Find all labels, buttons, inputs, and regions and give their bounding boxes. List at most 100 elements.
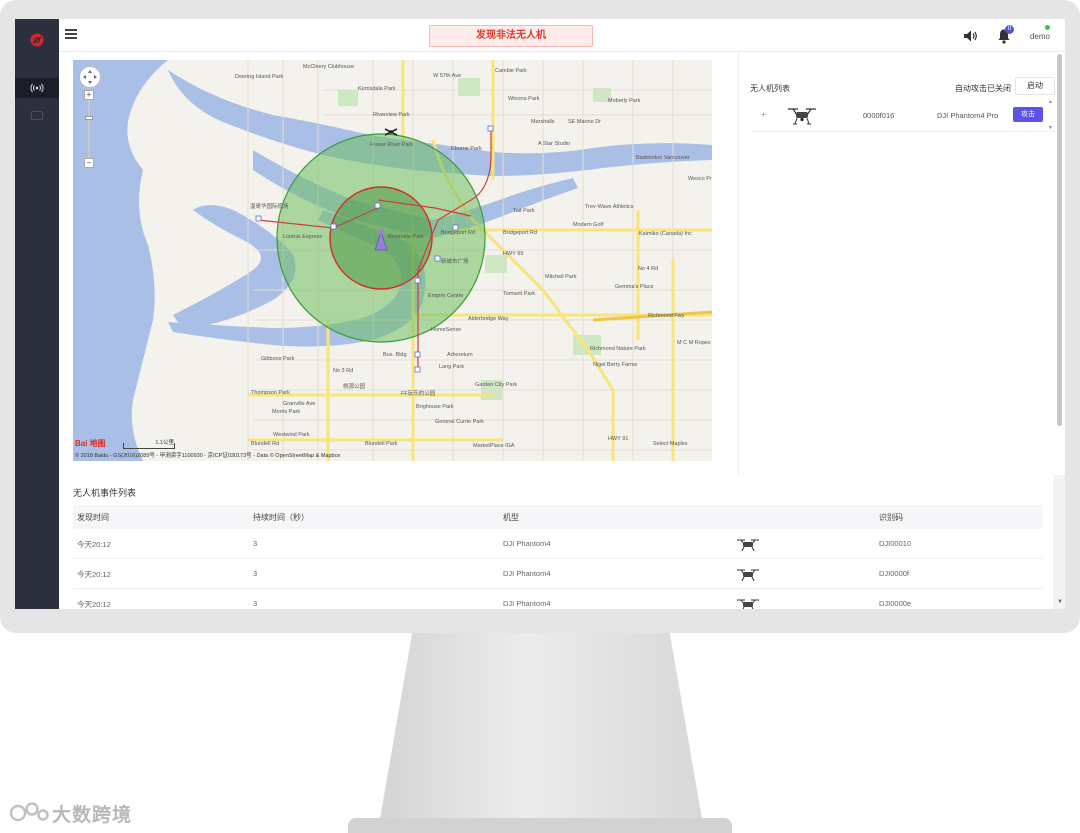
event-model: DJI Phantom4: [503, 539, 551, 548]
map-label: Alderbridge Way: [468, 316, 509, 322]
map-label: Bus. Bldg: [383, 352, 407, 358]
pan-arrows-icon: [83, 70, 97, 84]
map-label: Tait Park: [513, 208, 535, 214]
drone-model: DJI Phantom4 Pro: [937, 111, 999, 120]
event-time: 今天20:12: [77, 570, 111, 579]
event-code: DJI0000e: [879, 599, 912, 608]
map-pan-control[interactable]: [79, 66, 101, 88]
map-label: Brighouse Park: [416, 404, 454, 410]
page-scrollbar-thumb[interactable]: [1057, 54, 1062, 426]
map-label: Deering Island Park: [235, 74, 284, 80]
map-label: Bridgeport Rd: [503, 230, 537, 236]
map-label: HWY 91: [608, 436, 628, 442]
map-label: SE Marine Dr: [568, 119, 601, 125]
map-scale-label: 1.1公里: [155, 440, 174, 446]
scroll-down-icon[interactable]: ▼: [1048, 125, 1053, 131]
map-label: No 4 Rd: [638, 266, 658, 272]
map-scale: 1.1公里: [123, 440, 175, 449]
column-header-duration: 持续时间（秒）: [253, 513, 309, 522]
menu-icon[interactable]: [65, 29, 77, 39]
column-header-model: 机型: [503, 513, 519, 522]
page-scrollbar[interactable]: [1056, 52, 1063, 607]
table-scroll-down-icon[interactable]: ▼: [1057, 599, 1063, 605]
map-label: Morris Park: [272, 409, 300, 415]
scroll-up-icon[interactable]: ▲: [1048, 99, 1053, 105]
table-row[interactable]: 今天20:12 3 DJI Phantom4 DJI0000f: [73, 559, 1043, 589]
map-label: Gemma's Place: [615, 284, 654, 290]
map-label: Granville Ave: [283, 401, 315, 407]
sidebar-item-monitor-icon[interactable]: [31, 111, 43, 120]
map-label: Gibbons Park: [261, 356, 295, 362]
map-label: Modern Golf: [573, 222, 604, 228]
drone-id: 0000f016: [863, 111, 895, 120]
header: 发现非法无人机 0 demo: [59, 19, 1065, 52]
map-label: Westwind Park: [273, 432, 310, 438]
map-view[interactable]: W 57th Ave Cambie Park Deering Island Pa…: [73, 60, 712, 461]
event-duration: 3: [253, 539, 258, 548]
map-label: 温哥华国际机场: [250, 202, 289, 210]
map-label: Empire Centre: [428, 293, 463, 299]
map-label: MarketPlace IGA: [473, 443, 515, 449]
map-zoom-control[interactable]: + −: [84, 90, 94, 170]
map-label: HWY 99: [503, 251, 523, 257]
map-label: HomeSense: [431, 327, 461, 333]
map-label: Thompson Park: [251, 390, 290, 396]
drone-list-title: 无人机列表: [750, 84, 790, 93]
attack-button[interactable]: 攻击: [1013, 107, 1043, 122]
map-label: Kerrisdale Park: [358, 86, 396, 92]
map-label: 新城市广场: [441, 257, 469, 265]
event-code: DJI00010: [879, 539, 912, 548]
screen: 发现非法无人机 0 demo W 57th Ave Cambie Park De…: [15, 19, 1065, 609]
logo-icon: [30, 33, 44, 47]
username: demo: [1029, 32, 1050, 41]
map-label: Blundell Rd: [251, 441, 279, 447]
map-copyright: © 2018 Baidu - GS(2016)2089号 - 甲测资字11009…: [75, 453, 341, 459]
event-time: 今天20:12: [77, 540, 111, 549]
map-label: McCleery Clubhouse: [303, 64, 354, 70]
map-label: Garden City Park: [475, 382, 517, 388]
map-label: A Star Studio: [538, 141, 570, 147]
zoom-in-button[interactable]: +: [84, 90, 94, 100]
auto-attack-start-button[interactable]: 启动: [1015, 77, 1055, 95]
column-header-code: 识别码: [879, 513, 903, 522]
monitor-stand-neck: [380, 633, 702, 819]
drone-icon: [737, 599, 759, 609]
map-label: Eburne Park: [451, 146, 482, 152]
event-panel: 无人机事件列表 发现时间 持续时间（秒） 机型 识别码 今天20:12 3 DJ…: [59, 475, 1053, 609]
drone-icon: [737, 569, 759, 582]
zoom-slider-handle[interactable]: [85, 116, 93, 120]
map-provider-logo: Bai 地图: [75, 439, 106, 448]
event-time: 今天20:12: [77, 600, 111, 609]
zoom-out-button[interactable]: −: [84, 158, 94, 168]
map-label: Arboretum: [447, 352, 473, 358]
map-label: Marshalls: [531, 119, 555, 125]
alert-banner: 发现非法无人机: [429, 25, 593, 47]
drone-list-scrollbar[interactable]: ▲ ▼: [1048, 99, 1054, 131]
drone-list-row: + 0000f016 DJI Phantom4 Pro 攻击: [751, 102, 1055, 132]
notification-badge: 0: [1005, 25, 1014, 34]
sidebar: [15, 19, 59, 609]
map-label: Select Maples: [653, 441, 688, 447]
user-menu[interactable]: demo: [1025, 25, 1055, 47]
table-row[interactable]: 今天20:12 3 DJI Phantom4 DJI0000e: [73, 589, 1043, 609]
sidebar-item-radar[interactable]: [15, 78, 59, 98]
event-duration: 3: [253, 569, 258, 578]
event-model: DJI Phantom4: [503, 569, 551, 578]
map-label: Richmond Nature Park: [590, 346, 646, 352]
event-list-title: 无人机事件列表: [73, 488, 137, 498]
event-duration: 3: [253, 599, 258, 608]
event-code: DJI0000f: [879, 569, 910, 578]
map-label: General Currie Park: [435, 419, 484, 425]
map-label: 桃源公园: [343, 382, 366, 390]
map-label: No 3 Rd: [333, 368, 353, 374]
map-label: Winona Park: [508, 96, 540, 102]
expand-row-button[interactable]: +: [761, 110, 766, 119]
drone-icon: [737, 539, 759, 552]
watermark-logo-icon: [9, 802, 49, 822]
speaker-icon[interactable]: [963, 29, 979, 43]
map-label: Fraser River Park: [370, 142, 413, 148]
table-row[interactable]: 今天20:12 3 DJI Phantom4 DJI00010: [73, 529, 1043, 559]
map-label: Nigel Berry Farms: [593, 362, 638, 368]
map-label: W 57th Ave: [433, 73, 461, 79]
map-label: Trev-Wave Athletics: [585, 204, 634, 210]
